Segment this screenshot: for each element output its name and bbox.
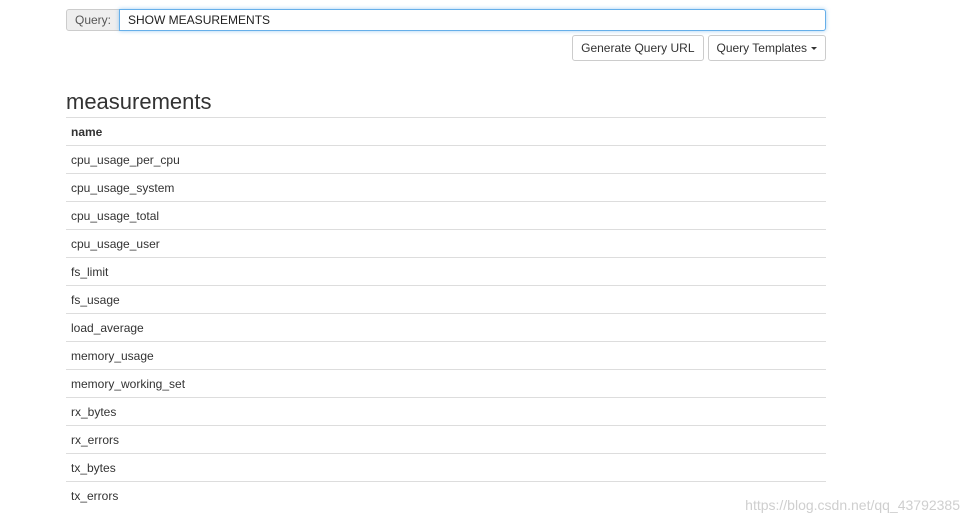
table-cell: cpu_usage_total (66, 201, 826, 230)
caret-down-icon (811, 47, 817, 50)
query-actions: Generate Query URL Query Templates (572, 35, 826, 61)
table-row: memory_usage (66, 341, 826, 370)
table-cell: cpu_usage_user (66, 229, 826, 258)
table-cell: tx_errors (66, 481, 826, 509)
query-templates-label: Query Templates (716, 41, 808, 55)
query-label: Query: (66, 9, 121, 31)
table-cell: cpu_usage_per_cpu (66, 145, 826, 174)
results-title: measurements (66, 89, 212, 114)
table-row: cpu_usage_system (66, 173, 826, 202)
table-row: rx_bytes (66, 397, 826, 426)
table-cell: cpu_usage_system (66, 173, 826, 202)
table-row: memory_working_set (66, 369, 826, 398)
table-cell: rx_errors (66, 425, 826, 454)
table-cell: tx_bytes (66, 453, 826, 482)
table-cell: memory_usage (66, 341, 826, 370)
table-row: fs_usage (66, 285, 826, 314)
generate-query-url-button[interactable]: Generate Query URL (572, 35, 704, 61)
results-table: name cpu_usage_per_cpu cpu_usage_system … (66, 117, 826, 509)
column-header-name: name (66, 117, 826, 146)
page: Query: Generate Query URL Query Template… (0, 0, 968, 522)
table-row: fs_limit (66, 257, 826, 286)
table-row: rx_errors (66, 425, 826, 454)
table-cell: load_average (66, 313, 826, 342)
query-input[interactable] (119, 9, 826, 31)
table-row: tx_errors (66, 481, 826, 509)
table-row: cpu_usage_user (66, 229, 826, 258)
table-row: cpu_usage_per_cpu (66, 145, 826, 174)
table-cell: fs_usage (66, 285, 826, 314)
table-row: tx_bytes (66, 453, 826, 482)
table-cell: memory_working_set (66, 369, 826, 398)
query-templates-button[interactable]: Query Templates (707, 35, 826, 61)
watermark: https://blog.csdn.net/qq_43792385 (745, 497, 960, 513)
table-header-row: name (66, 117, 826, 146)
table-row: load_average (66, 313, 826, 342)
query-bar: Query: (66, 9, 826, 31)
table-cell: rx_bytes (66, 397, 826, 426)
table-row: cpu_usage_total (66, 201, 826, 230)
table-cell: fs_limit (66, 257, 826, 286)
generate-query-url-label: Generate Query URL (581, 41, 695, 55)
